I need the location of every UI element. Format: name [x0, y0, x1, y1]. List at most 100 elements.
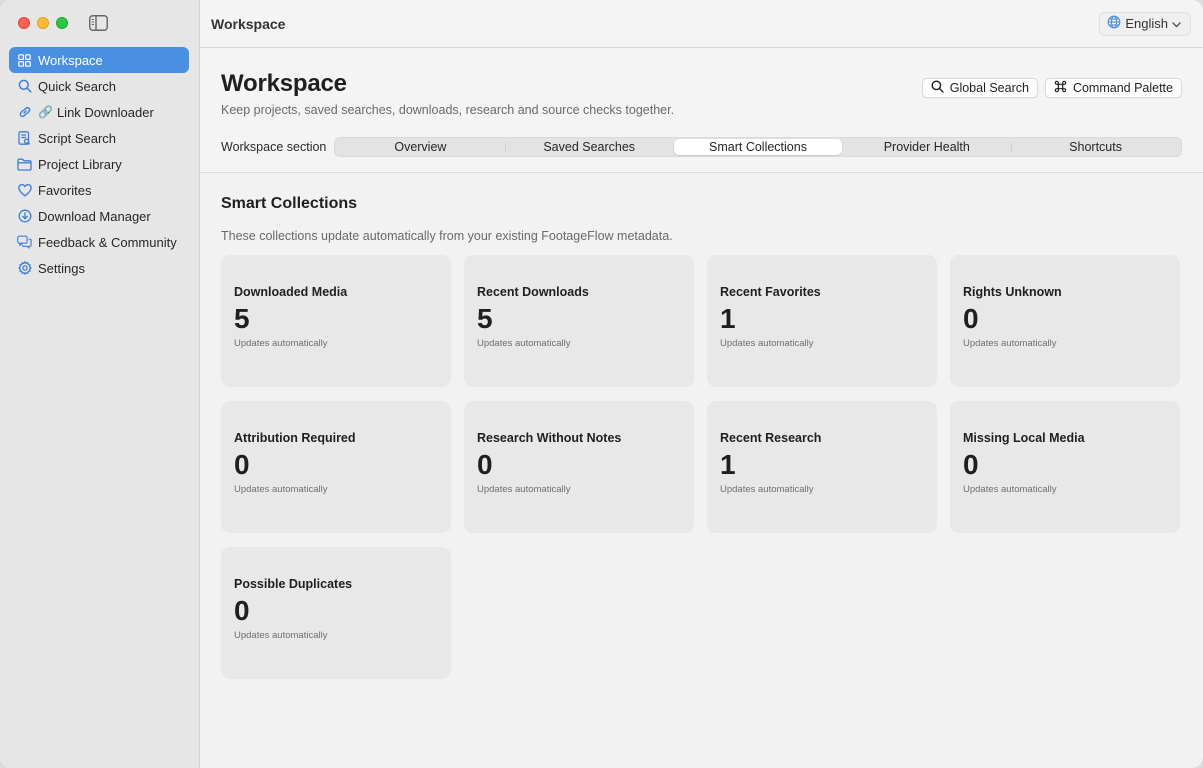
section-description: These collections update automatically f… — [221, 229, 673, 243]
sidebar-item-project-library[interactable]: Project Library — [9, 151, 189, 177]
card-note: Updates automatically — [963, 338, 1057, 349]
workspace-section-picker: Workspace section Overview Saved Searche… — [221, 137, 1182, 157]
folder-icon — [17, 157, 32, 172]
card-title: Rights Unknown — [963, 285, 1062, 299]
sidebar-toggle-icon[interactable] — [89, 15, 108, 31]
chevron-down-icon — [1172, 16, 1181, 31]
collection-card-recent-downloads[interactable]: Recent Downloads 5 Updates automatically — [464, 255, 694, 387]
collection-card-research-without-notes[interactable]: Research Without Notes 0 Updates automat… — [464, 401, 694, 533]
collection-card-possible-duplicates[interactable]: Possible Duplicates 0 Updates automatica… — [221, 547, 451, 679]
card-count: 5 — [477, 303, 493, 334]
search-icon — [931, 80, 944, 96]
card-title: Possible Duplicates — [234, 577, 353, 591]
card-note: Updates automatically — [720, 484, 814, 495]
zoom-window-button[interactable] — [56, 17, 68, 29]
command-icon — [1054, 80, 1067, 96]
smart-collections-section: Smart Collections These collections upda… — [200, 173, 1203, 679]
card-count: 0 — [477, 449, 493, 480]
sidebar-item-label: Settings — [38, 260, 85, 276]
close-window-button[interactable] — [18, 17, 30, 29]
app-window: Workspace Quick Search 🔗 Link Downloader — [0, 0, 1203, 768]
global-search-button[interactable]: Global Search — [921, 78, 1038, 98]
card-count: 1 — [720, 449, 736, 480]
sidebar-item-label: Project Library — [38, 156, 122, 172]
script-icon — [17, 131, 32, 146]
language-selector[interactable]: English — [1099, 11, 1191, 36]
globe-icon — [1107, 15, 1121, 32]
card-count: 1 — [720, 303, 736, 334]
card-count: 0 — [963, 303, 979, 334]
tab-saved-searches[interactable]: Saved Searches — [504, 139, 674, 155]
sidebar-item-label: Feedback & Community — [38, 234, 177, 250]
sidebar-item-workspace[interactable]: Workspace — [9, 47, 189, 73]
card-note: Updates automatically — [720, 338, 814, 349]
card-title: Downloaded Media — [234, 285, 348, 299]
link-emoji-icon: 🔗 — [38, 105, 53, 119]
sidebar-item-label: Download Manager — [38, 208, 151, 224]
card-count: 5 — [234, 303, 250, 334]
search-icon — [17, 79, 32, 94]
tab-smart-collections[interactable]: Smart Collections — [673, 139, 843, 155]
card-count: 0 — [234, 449, 250, 480]
command-palette-button[interactable]: Command Palette — [1044, 78, 1182, 98]
tab-overview[interactable]: Overview — [336, 139, 505, 155]
card-title: Attribution Required — [234, 431, 356, 445]
collections-grid: Downloaded Media 5 Updates automatically… — [221, 255, 1182, 679]
sidebar-item-favorites[interactable]: Favorites — [9, 177, 189, 203]
sidebar-item-label: Link Downloader — [56, 104, 154, 120]
page-subtitle: Keep projects, saved searches, downloads… — [221, 103, 675, 117]
link-icon — [17, 105, 32, 120]
tab-shortcuts[interactable]: Shortcuts — [1011, 139, 1180, 155]
segmented-control: Overview Saved Searches Smart Collection… — [334, 137, 1182, 157]
command-palette-label: Command Palette — [1072, 81, 1173, 95]
card-note: Updates automatically — [477, 484, 571, 495]
card-title: Missing Local Media — [963, 431, 1085, 445]
collection-card-recent-research[interactable]: Recent Research 1 Updates automatically — [707, 401, 937, 533]
page-header: Workspace Keep projects, saved searches,… — [200, 48, 1203, 173]
sidebar-item-label: Script Search — [38, 130, 117, 146]
card-note: Updates automatically — [234, 484, 328, 495]
sidebar: Workspace Quick Search 🔗 Link Downloader — [0, 0, 200, 768]
language-label: English — [1125, 16, 1168, 31]
segment-label: Workspace section — [221, 140, 327, 154]
sidebar-item-label: Quick Search — [38, 78, 117, 94]
card-note: Updates automatically — [234, 338, 328, 349]
chat-icon — [17, 235, 32, 250]
download-icon — [17, 209, 32, 224]
card-note: Updates automatically — [234, 630, 328, 641]
card-note: Updates automatically — [477, 338, 571, 349]
header-actions: Global Search Command Palette — [921, 78, 1182, 98]
card-count: 0 — [963, 449, 979, 480]
collection-card-attribution-required[interactable]: Attribution Required 0 Updates automatic… — [221, 401, 451, 533]
collection-card-missing-local-media[interactable]: Missing Local Media 0 Updates automatica… — [950, 401, 1180, 533]
card-title: Recent Favorites — [720, 285, 821, 299]
tab-provider-health[interactable]: Provider Health — [842, 139, 1011, 155]
card-title: Research Without Notes — [477, 431, 622, 445]
sidebar-item-script-search[interactable]: Script Search — [9, 125, 189, 151]
grid-icon — [17, 53, 32, 68]
sidebar-item-label: Workspace — [38, 52, 103, 68]
window-title: Workspace — [211, 15, 286, 32]
card-note: Updates automatically — [963, 484, 1057, 495]
heart-icon — [17, 183, 32, 198]
sidebar-item-settings[interactable]: Settings — [9, 255, 189, 281]
global-search-label: Global Search — [949, 81, 1029, 95]
collection-card-downloaded-media[interactable]: Downloaded Media 5 Updates automatically — [221, 255, 451, 387]
collection-card-rights-unknown[interactable]: Rights Unknown 0 Updates automatically — [950, 255, 1180, 387]
sidebar-item-quick-search[interactable]: Quick Search — [9, 73, 189, 99]
main-panel: Workspace English Workspace Keep project… — [200, 0, 1203, 768]
card-count: 0 — [234, 595, 250, 626]
sidebar-item-link-downloader[interactable]: 🔗 Link Downloader — [9, 99, 189, 125]
sidebar-nav: Workspace Quick Search 🔗 Link Downloader — [9, 47, 189, 281]
titlebar: Workspace English — [200, 0, 1203, 48]
sidebar-item-download-manager[interactable]: Download Manager — [9, 203, 189, 229]
card-title: Recent Research — [720, 431, 822, 445]
gear-icon — [17, 261, 32, 276]
sidebar-item-label: Favorites — [38, 182, 92, 198]
card-title: Recent Downloads — [477, 285, 589, 299]
window-controls — [18, 17, 68, 29]
section-title: Smart Collections — [221, 195, 358, 212]
minimize-window-button[interactable] — [37, 17, 49, 29]
collection-card-recent-favorites[interactable]: Recent Favorites 1 Updates automatically — [707, 255, 937, 387]
sidebar-item-feedback-community[interactable]: Feedback & Community — [9, 229, 189, 255]
